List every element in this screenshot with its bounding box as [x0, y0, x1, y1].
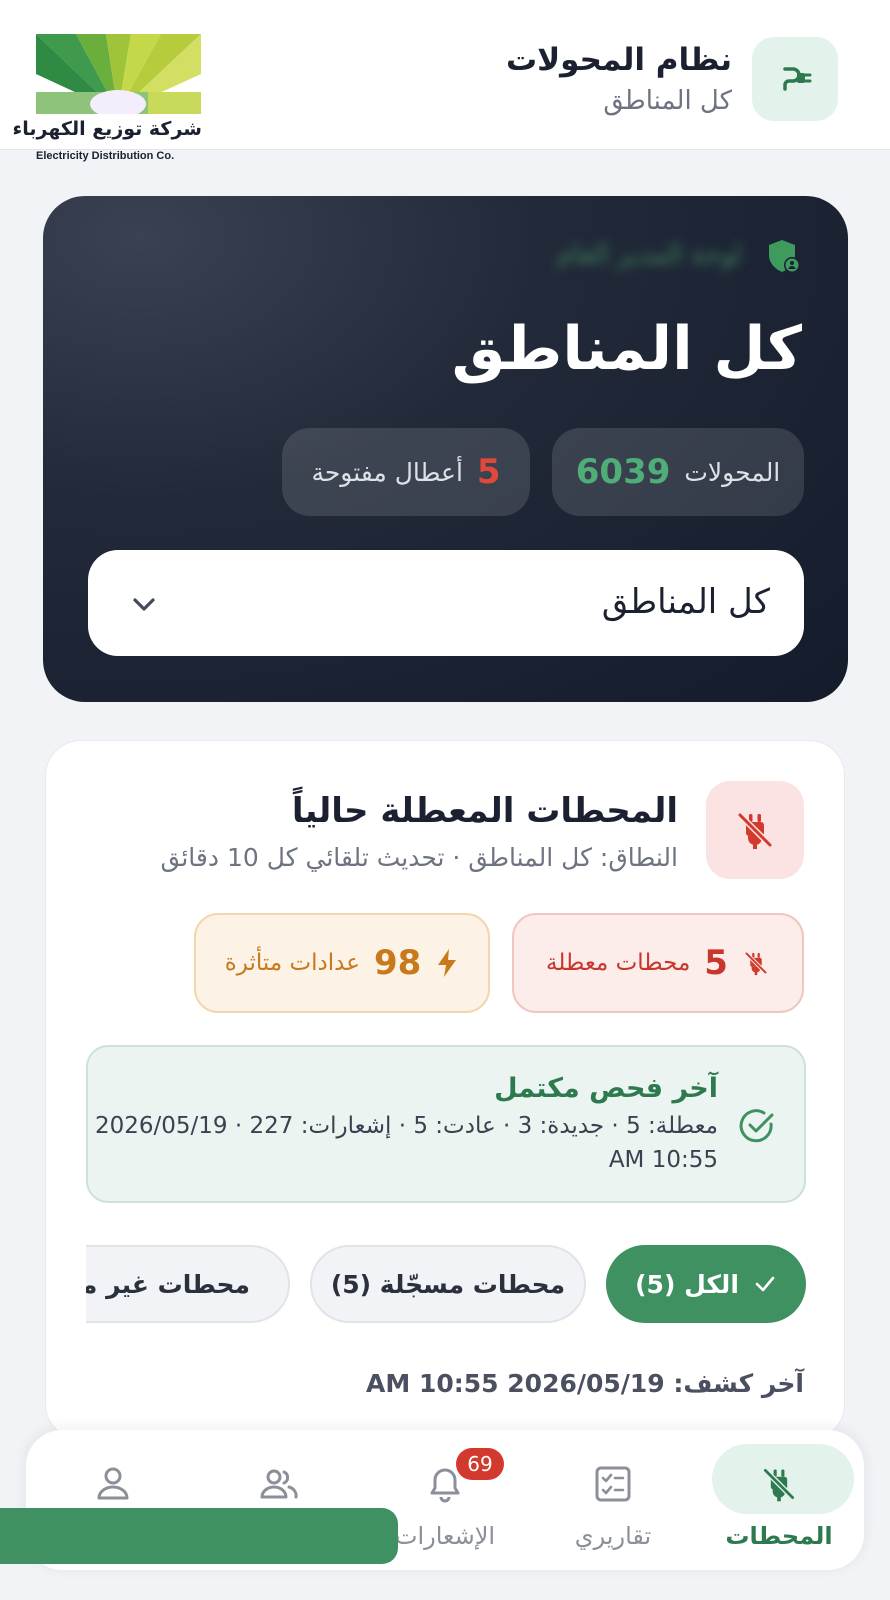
filter-all[interactable]: الكل (5) — [606, 1245, 806, 1323]
plug-off-icon — [737, 812, 773, 849]
nav-reports[interactable]: تقاريري — [538, 1442, 688, 1558]
outage-stations-card: المحطات المعطلة حالياً النطاق: كل المناط… — [45, 740, 845, 1440]
shield-user-icon — [769, 240, 800, 273]
logo-name-ar: شركة توزيع الكهرباء — [12, 118, 202, 140]
open-faults-label: أعطال مفتوحة — [311, 457, 463, 487]
down-stations-stat[interactable]: 5 محطات معطلة — [512, 913, 804, 1013]
nav-stations-label: المحطات — [725, 1522, 833, 1550]
users-icon — [260, 1469, 298, 1499]
card-icon-box — [706, 781, 804, 879]
region-title: كل المناطق — [451, 314, 802, 384]
transformers-count: 6039 — [575, 452, 671, 492]
down-stations-label: محطات معطلة — [546, 950, 691, 976]
check-icon — [755, 1276, 775, 1292]
loading-bar — [0, 1508, 398, 1564]
affected-meters-count: 98 — [373, 943, 422, 983]
region-select-value: كل المناطق — [601, 582, 770, 622]
check-circle-icon — [739, 1109, 774, 1143]
last-scan-summary: آخر فحص مكتمل معطلة: 5 · جديدة: 3 · عادت… — [86, 1045, 806, 1203]
user-role-label: لوحة المدير العام — [556, 240, 742, 270]
filter-unregistered-label: محطات غير مسجلة — [86, 1269, 250, 1299]
nav-reports-label: تقاريري — [574, 1522, 652, 1550]
plug-icon — [783, 67, 812, 91]
nav-stations[interactable]: المحطات — [704, 1442, 854, 1558]
last-scan-details: معطلة: 5 · جديدة: 3 · عادت: 5 · إشعارات:… — [95, 1113, 718, 1139]
outage-card-title: المحطات المعطلة حالياً — [291, 791, 678, 831]
filter-registered[interactable]: محطات مسجّلة (5) — [310, 1245, 586, 1323]
region-overview-card: لوحة المدير العام كل المناطق المحولات 60… — [43, 196, 848, 702]
notifications-badge: 69 — [456, 1448, 504, 1480]
open-faults-count: 5 — [476, 452, 501, 492]
chevron-down-icon — [133, 598, 155, 611]
app-header: نظام المحولات كل المناطق شركة توزيع الكه… — [0, 0, 890, 162]
report-checklist-icon — [595, 1466, 631, 1502]
user-icon — [97, 1467, 129, 1500]
affected-meters-stat[interactable]: 98 عدادات متأثرة — [194, 913, 490, 1013]
last-scan-time: AM 10:55 — [608, 1147, 718, 1173]
bolt-icon — [438, 949, 457, 977]
open-faults-chip: 5 أعطال مفتوحة — [282, 428, 530, 516]
plug-off-icon — [762, 1467, 796, 1502]
app-subtitle: كل المناطق — [603, 86, 732, 116]
app-icon — [752, 37, 838, 121]
station-filter-tabs: الكل (5) محطات مسجّلة (5) محطات غير مسجل… — [86, 1245, 806, 1325]
logo-name-en: Electricity Distribution Co. — [36, 150, 175, 162]
filter-registered-label: محطات مسجّلة (5) — [330, 1269, 566, 1299]
app-title: نظام المحولات — [505, 42, 732, 78]
last-scan-title: آخر فحص مكتمل — [494, 1073, 718, 1104]
filter-all-label: الكل (5) — [635, 1269, 739, 1299]
transformers-label: المحولات — [684, 457, 781, 487]
filter-unregistered[interactable]: محطات غير مسجلة — [86, 1245, 290, 1323]
last-detection-time: آخر كشف: 2026/05/19 10:55 AM — [366, 1369, 804, 1398]
outage-card-subtitle: النطاق: كل المناطق · تحديث تلقائي كل 10 … — [160, 843, 678, 872]
region-select[interactable]: كل المناطق — [88, 550, 804, 656]
affected-meters-label: عدادات متأثرة — [224, 950, 360, 976]
plug-off-icon — [744, 951, 768, 976]
company-logo — [36, 34, 201, 114]
down-stations-count: 5 — [704, 943, 728, 983]
transformers-count-chip: المحولات 6039 — [552, 428, 804, 516]
